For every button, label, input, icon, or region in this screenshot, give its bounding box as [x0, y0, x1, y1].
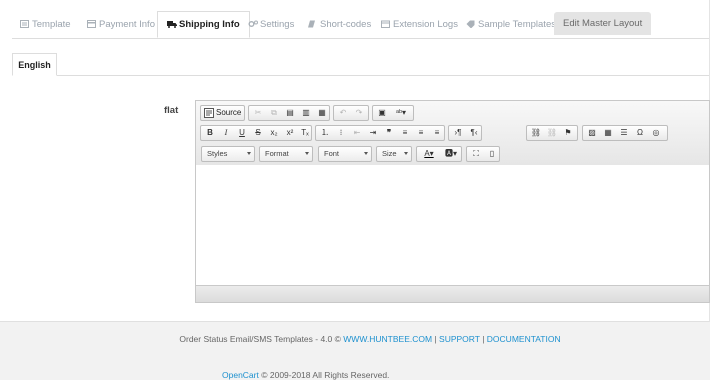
source-icon: [202, 106, 216, 120]
ltr-icon[interactable]: ›¶: [451, 126, 465, 140]
chevron-down-icon: [305, 152, 309, 155]
underline-icon[interactable]: U: [235, 126, 249, 140]
insert-group: ▨ ▦ ☰ Ω ◎: [582, 125, 668, 141]
basic-styles-group: B I U S x₂ x² Tₓ: [200, 125, 312, 141]
source-button[interactable]: Source: [200, 105, 245, 121]
bulleted-list-icon[interactable]: ⁝: [334, 126, 348, 140]
numbered-list-icon[interactable]: ⒈: [318, 126, 332, 140]
links-group: ⛓ ⛓ ⚑: [526, 125, 578, 141]
tab-payment-info[interactable]: Payment Info: [87, 12, 155, 38]
footer-line-1: Order Status Email/SMS Templates - 4.0 ©…: [179, 334, 561, 344]
truck-icon: [167, 13, 177, 28]
undo-icon[interactable]: ↶: [336, 106, 350, 120]
cut-icon[interactable]: ✂: [251, 106, 265, 120]
color-group: A▾ 🅰▾: [416, 146, 462, 162]
size-dropdown[interactable]: Size: [376, 146, 412, 162]
tab-template[interactable]: Template: [20, 12, 71, 38]
documentation-link[interactable]: DOCUMENTATION: [487, 334, 561, 344]
tools-group: ⛶ ▯: [466, 146, 500, 162]
superscript-icon[interactable]: x²: [283, 126, 297, 140]
editor-toolbar: Source ✂ ⧉ ▤ ▥ ▦ ↶ ↷ ▣ ᵃᵇ▾ B I U S x₂ x²…: [196, 101, 709, 166]
link-icon[interactable]: ⛓: [529, 126, 543, 140]
tab-shipping-info[interactable]: Shipping Info: [157, 11, 250, 38]
payment-icon: [87, 13, 96, 28]
opencart-link[interactable]: OpenCart: [222, 370, 259, 380]
main-tabs: Template Payment Info Shipping Info Sett…: [12, 11, 709, 39]
paste-icon[interactable]: ▤: [283, 106, 297, 120]
clipboard-group: ✂ ⧉ ▤ ▥ ▦: [248, 105, 330, 121]
special-char-icon[interactable]: Ω: [633, 126, 647, 140]
show-blocks-icon[interactable]: ▯: [485, 147, 499, 161]
iframe-icon[interactable]: ◎: [649, 126, 663, 140]
language-tabs: English: [12, 53, 709, 76]
chevron-down-icon: [404, 152, 408, 155]
bidi-group: ›¶ ¶‹: [448, 125, 482, 141]
maximize-icon[interactable]: ⛶: [469, 147, 483, 161]
italic-icon[interactable]: I: [219, 126, 233, 140]
calendar-icon: [381, 13, 390, 28]
content-panel: Template Payment Info Shipping Info Sett…: [0, 0, 710, 322]
rtl-icon[interactable]: ¶‹: [467, 126, 481, 140]
find-group: ▣ ᵃᵇ▾: [372, 105, 414, 121]
support-link[interactable]: SUPPORT: [439, 334, 480, 344]
align-left-icon[interactable]: ≡: [398, 126, 412, 140]
copy-icon[interactable]: ⧉: [267, 106, 281, 120]
indent-icon[interactable]: ⇥: [366, 126, 380, 140]
chevron-down-icon: [247, 152, 251, 155]
align-center-icon[interactable]: ≡: [414, 126, 428, 140]
spellcheck-icon[interactable]: ᵃᵇ▾: [391, 106, 411, 120]
tab-short-codes[interactable]: Short-codes: [308, 12, 371, 38]
chevron-down-icon: [364, 152, 368, 155]
find-replace-icon[interactable]: ▣: [375, 106, 389, 120]
editor-content-area[interactable]: [196, 165, 709, 286]
outdent-icon[interactable]: ⇤: [350, 126, 364, 140]
unlink-icon[interactable]: ⛓: [545, 126, 559, 140]
strike-icon[interactable]: S: [251, 126, 265, 140]
font-dropdown[interactable]: Font: [318, 146, 372, 162]
align-right-icon[interactable]: ≡: [430, 126, 444, 140]
text-color-icon[interactable]: A▾: [419, 147, 439, 161]
tab-sample-templates[interactable]: Sample Templates: [466, 12, 556, 38]
table-icon[interactable]: ▦: [601, 126, 615, 140]
styles-dropdown[interactable]: Styles: [201, 146, 255, 162]
rich-text-editor: Source ✂ ⧉ ▤ ▥ ▦ ↶ ↷ ▣ ᵃᵇ▾ B I U S x₂ x²…: [195, 100, 710, 303]
subscript-icon[interactable]: x₂: [267, 126, 281, 140]
tab-settings[interactable]: Settings: [248, 12, 294, 38]
anchor-flag-icon[interactable]: ⚑: [561, 126, 575, 140]
tab-english[interactable]: English: [12, 53, 57, 76]
huntbee-link[interactable]: WWW.HUNTBEE.COM: [343, 334, 432, 344]
tab-extension-logs[interactable]: Extension Logs: [381, 12, 458, 38]
template-icon: [20, 13, 29, 28]
tag-icon: [466, 13, 475, 29]
remove-format-icon[interactable]: Tₓ: [298, 126, 312, 140]
editor-status-bar: [196, 285, 709, 302]
format-dropdown[interactable]: Format: [259, 146, 313, 162]
paste-text-icon[interactable]: ▥: [299, 106, 313, 120]
edit-master-layout-button[interactable]: Edit Master Layout: [554, 12, 652, 35]
horizontal-rule-icon[interactable]: ☰: [617, 126, 631, 140]
code-icon: [308, 13, 317, 28]
paste-word-icon[interactable]: ▦: [315, 106, 329, 120]
footer-copyright: OpenCart © 2009-2018 All Rights Reserved…: [222, 370, 390, 380]
paragraph-group: ⒈ ⁝ ⇤ ⇥ ❞ ≡ ≡ ≡: [315, 125, 445, 141]
blockquote-icon[interactable]: ❞: [382, 126, 396, 140]
gear-icon: [248, 13, 258, 27]
redo-icon[interactable]: ↷: [352, 106, 366, 120]
image-icon[interactable]: ▨: [585, 126, 599, 140]
background-color-icon[interactable]: 🅰▾: [441, 147, 461, 161]
history-group: ↶ ↷: [333, 105, 369, 121]
field-label: flat: [164, 105, 179, 116]
bold-icon[interactable]: B: [203, 126, 217, 140]
